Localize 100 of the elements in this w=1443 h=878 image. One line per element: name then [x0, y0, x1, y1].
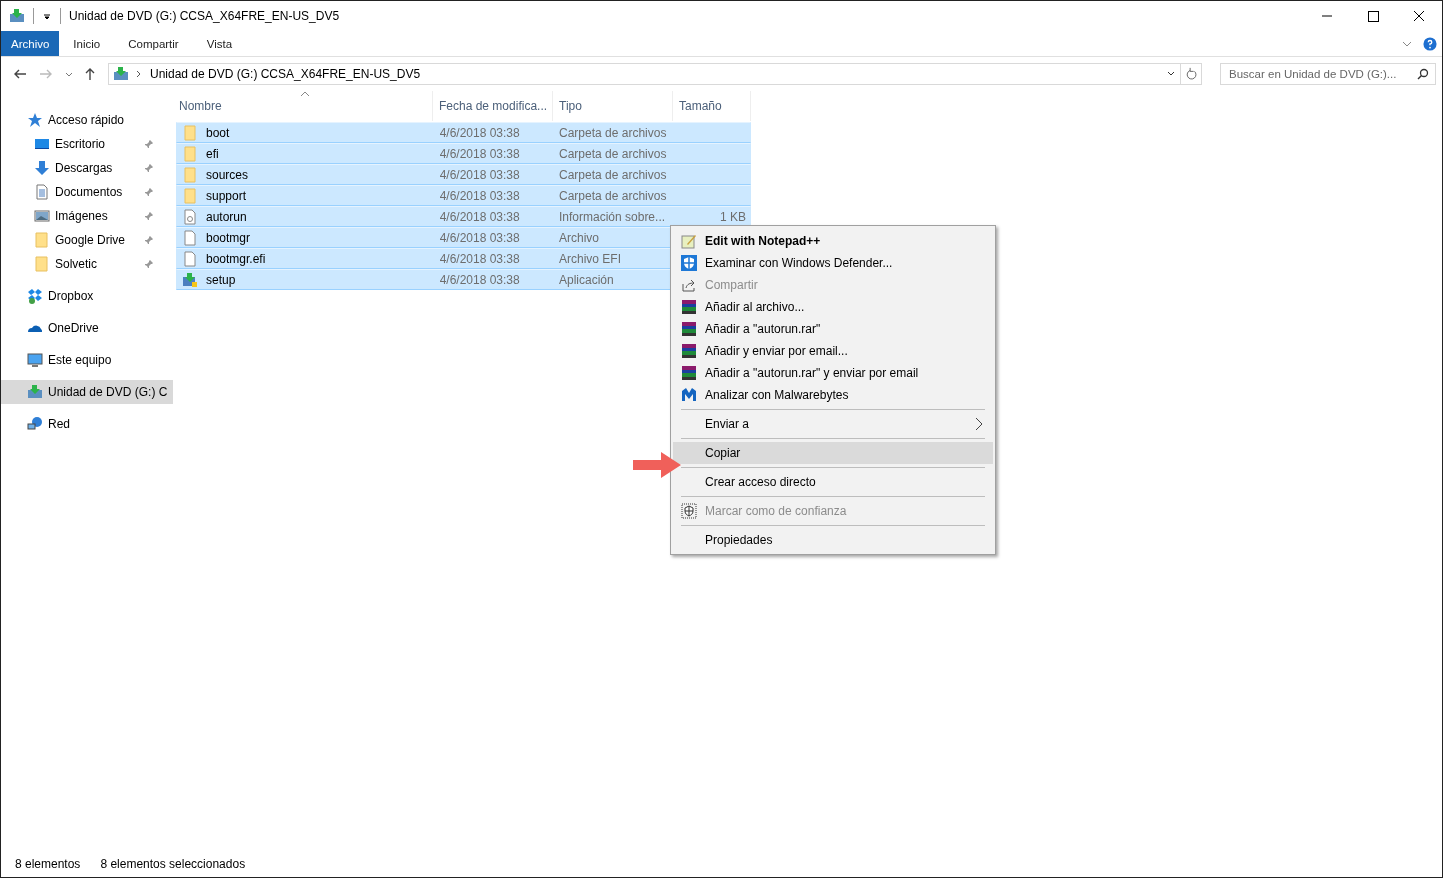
pin-icon: [144, 139, 154, 149]
sidebar-item[interactable]: Google Drive: [1, 228, 173, 252]
sidebar-item[interactable]: Descargas: [1, 156, 173, 180]
sidebar-item[interactable]: Red: [1, 412, 173, 436]
address-path: Unidad de DVD (G:) CCSA_X64FRE_EN-US_DV5: [150, 67, 421, 81]
file-name: bootmgr.efi: [206, 251, 266, 266]
file-icon: [182, 250, 198, 267]
column-header[interactable]: Tipo: [553, 91, 673, 121]
menu-item[interactable]: Analizar con Malwarebytes: [673, 384, 993, 406]
date-cell-text: 4/6/2018 03:38: [438, 250, 521, 268]
date-cell-text: 4/6/2018 03:38: [438, 187, 521, 205]
folder-icon: [34, 232, 50, 248]
star-icon: [27, 112, 43, 128]
share-icon: [681, 277, 697, 293]
ribbon-tab[interactable]: Archivo: [1, 31, 60, 56]
date-cell-text: 4/6/2018 03:38: [438, 208, 521, 226]
folder-icon: [182, 145, 198, 162]
folder-icon: [182, 187, 198, 204]
ribbon-tab[interactable]: Vista: [192, 31, 247, 56]
installer-icon: [182, 271, 198, 288]
column-header[interactable]: Tamaño: [673, 91, 751, 121]
sidebar-item[interactable]: Acceso rápido: [1, 108, 173, 132]
shield-icon: [681, 255, 697, 271]
pin-icon: [144, 211, 154, 221]
network-icon: [27, 416, 43, 432]
file-name: setup: [206, 272, 236, 287]
file-row[interactable]: support 4/6/2018 03:38 Carpeta de archivos: [176, 185, 751, 206]
desktop-icon: [34, 136, 50, 152]
type-cell-text: Carpeta de archivos: [558, 124, 668, 142]
address-bar[interactable]: Unidad de DVD (G:) CCSA_X64FRE_EN-US_DV5: [108, 63, 1202, 85]
drive-icon: [27, 384, 43, 400]
menu-item[interactable]: Añadir y enviar por email...: [673, 340, 993, 362]
window-title: Unidad de DVD (G:) CCSA_X64FRE_EN-US_DV5: [69, 9, 340, 23]
file-row[interactable]: sources 4/6/2018 03:38 Carpeta de archivos: [176, 164, 751, 185]
file-row[interactable]: boot 4/6/2018 03:38 Carpeta de archivos: [176, 122, 751, 143]
file-name: efi: [206, 146, 219, 161]
menu-item[interactable]: Enviar a: [673, 413, 993, 435]
pin-icon: [144, 235, 154, 245]
file-row[interactable]: autorun 4/6/2018 03:38 Información sobre... 1 KB: [176, 206, 751, 227]
download-arrow-icon: [34, 160, 50, 176]
date-cell-text: 4/6/2018 03:38: [438, 145, 521, 163]
column-header[interactable]: Nombre: [176, 91, 433, 121]
type-cell-text: Aplicación: [558, 271, 615, 289]
type-cell-text: Carpeta de archivos: [558, 187, 668, 205]
malwarebytes-icon: [681, 387, 697, 403]
type-cell-text: Información sobre...: [558, 208, 667, 226]
type-cell-text: Archivo EFI: [558, 250, 622, 268]
date-cell-text: 4/6/2018 03:38: [438, 271, 521, 289]
ribbon-tab[interactable]: Inicio: [59, 31, 115, 56]
menu-item[interactable]: Crear acceso directo: [673, 471, 993, 493]
menu-item[interactable]: Copiar: [673, 442, 993, 464]
folder-icon: [182, 124, 198, 141]
sidebar-item[interactable]: Este equipo: [1, 348, 173, 372]
column-header[interactable]: Fecha de modifica...: [433, 91, 553, 121]
file-name: autorun: [206, 209, 247, 224]
date-cell-text: 4/6/2018 03:38: [438, 124, 521, 142]
pin-icon: [144, 259, 154, 269]
drive-icon: [113, 66, 129, 82]
pin-icon: [144, 163, 154, 173]
menu-item[interactable]: Añadir a "autorun.rar" y enviar por email: [673, 362, 993, 384]
type-cell-text: Archivo: [558, 229, 600, 247]
size-cell-text: 1 KB: [719, 208, 747, 226]
customize-toolbar-icon[interactable]: [42, 11, 52, 21]
item-count: 8 elementos: [15, 857, 81, 871]
file-icon: [182, 229, 198, 246]
sidebar-item[interactable]: OneDrive: [1, 316, 173, 340]
sidebar-item[interactable]: Imágenes: [1, 204, 173, 228]
menu-item[interactable]: Añadir al archivo...: [673, 296, 993, 318]
archive-books-icon: [681, 299, 697, 315]
file-name: bootmgr: [206, 230, 251, 245]
archive-books-icon: [681, 321, 697, 337]
archive-books-icon: [681, 343, 697, 359]
file-name: support: [206, 188, 247, 203]
chevron-right-icon: [135, 70, 143, 78]
document-icon: [34, 184, 50, 200]
computer-icon: [27, 352, 43, 368]
image-icon: [34, 208, 50, 224]
help-icon[interactable]: [1423, 36, 1437, 51]
notepad-icon: [681, 233, 697, 249]
sidebar-item[interactable]: Unidad de DVD (G:) C: [1, 380, 173, 404]
settings-file-icon: [182, 208, 198, 225]
sidebar-item[interactable]: Dropbox: [1, 284, 173, 308]
search-field[interactable]: Buscar en Unidad de DVD (G:)...: [1220, 63, 1436, 85]
ribbon-tab[interactable]: Compartir: [114, 31, 193, 56]
archive-books-icon: [681, 365, 697, 381]
sidebar-item[interactable]: Solvetic: [1, 252, 173, 276]
shield-icon: [681, 503, 697, 519]
date-cell-text: 4/6/2018 03:38: [438, 229, 521, 247]
sidebar-item[interactable]: Escritorio: [1, 132, 173, 156]
menu-item[interactable]: Añadir a "autorun.rar": [673, 318, 993, 340]
file-name: sources: [206, 167, 249, 182]
sidebar-item[interactable]: Documentos: [1, 180, 173, 204]
dropbox-icon: [27, 288, 43, 304]
file-row[interactable]: efi 4/6/2018 03:38 Carpeta de archivos: [176, 143, 751, 164]
type-cell-text: Carpeta de archivos: [558, 145, 668, 163]
type-cell-text: Carpeta de archivos: [558, 166, 668, 184]
date-cell-text: 4/6/2018 03:38: [438, 166, 521, 184]
menu-item[interactable]: Propiedades: [673, 529, 993, 551]
drive-icon: [9, 8, 25, 24]
selection-count: 8 elementos seleccionados: [100, 857, 246, 871]
